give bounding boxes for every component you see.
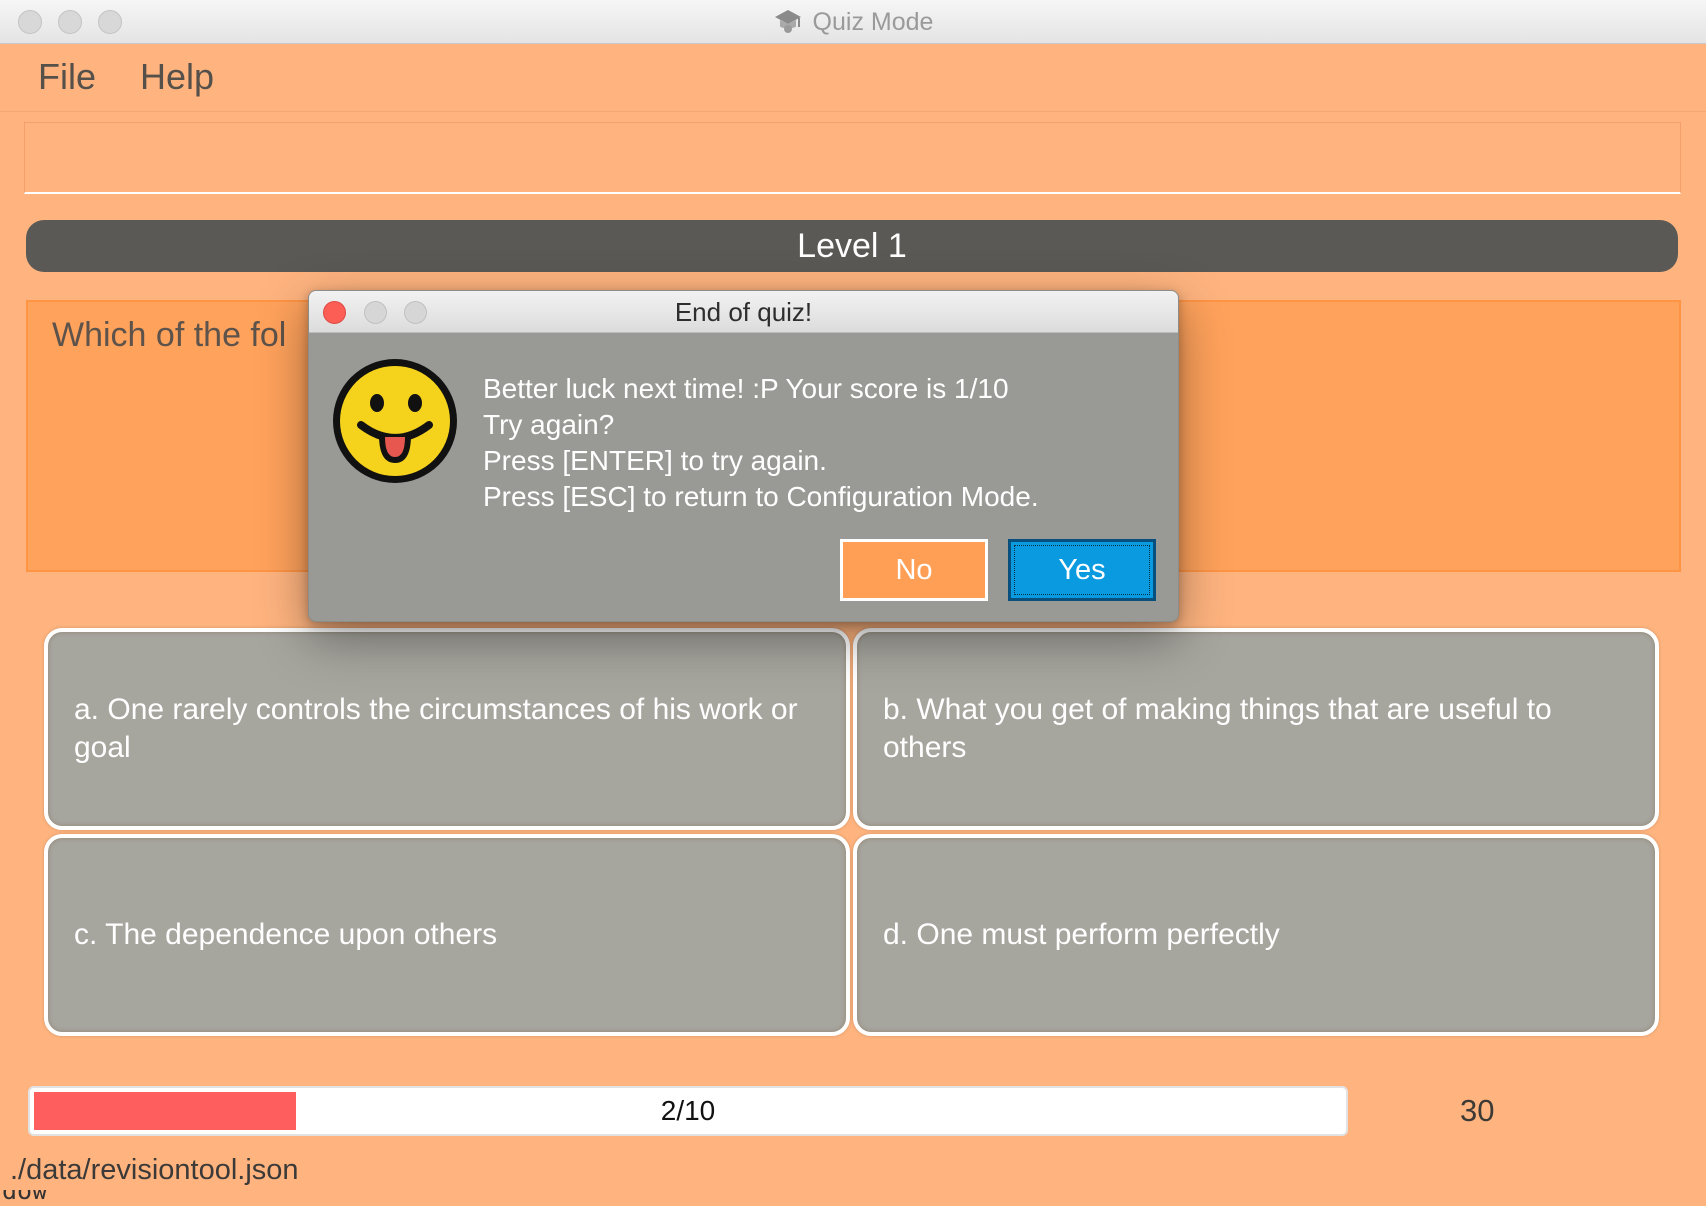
menu-bar: File Help [0,44,1706,112]
progress-bar: 2/10 [28,1086,1348,1136]
window-title: Quiz Mode [812,7,934,36]
menu-file[interactable]: File [38,56,96,98]
level-bar: Level 1 [26,220,1678,272]
status-file-path: ./data/revisiontool.json [10,1154,299,1186]
dialog-titlebar: End of quiz! [309,291,1178,333]
dialog-title: End of quiz! [674,296,813,327]
graduation-cap-icon [774,10,801,33]
end-of-quiz-dialog: End of quiz! Better luck next time! :P Y… [308,290,1179,622]
option-a-label: a. One rarely controls the circumstances… [74,693,798,764]
timer-value: 30 [1460,1093,1495,1128]
option-d-button[interactable]: d. One must perform perfectly [853,834,1659,1036]
tongue-out-emoji-icon [333,359,457,483]
dialog-message: Better luck next time! :P Your score is … [483,371,1039,515]
option-b-label: b. What you get of making things that ar… [883,693,1552,764]
question-text: Which of the fol [52,316,287,354]
command-input[interactable] [24,122,1681,194]
option-a-button[interactable]: a. One rarely controls the circumstances… [44,628,850,830]
option-c-label: c. The dependence upon others [74,918,498,951]
clipped-console-text: dow executeCommand [0,1190,260,1206]
dialog-message-line: Press [ENTER] to try again. [483,445,827,476]
dialog-message-line: Better luck next time! :P Your score is … [483,373,1009,404]
option-c-button[interactable]: c. The dependence upon others [44,834,850,1036]
dialog-message-line: Try again? [483,409,615,440]
no-button[interactable]: No [840,539,988,601]
option-d-label: d. One must perform perfectly [883,918,1280,951]
dialog-message-line: Press [ESC] to return to Configuration M… [483,481,1039,512]
window-title-group: Quiz Mode [0,0,1706,44]
clipped-console-line: dow executeCommand [2,1190,213,1206]
quiz-window: Quiz Mode File Help Level 1 Which of the… [0,0,1706,1206]
window-titlebar: Quiz Mode [0,0,1706,44]
level-label: Level 1 [797,226,907,265]
progress-label: 2/10 [660,1095,716,1126]
menu-help[interactable]: Help [140,56,214,98]
yes-button[interactable]: Yes [1008,539,1156,601]
option-b-button[interactable]: b. What you get of making things that ar… [853,628,1659,830]
